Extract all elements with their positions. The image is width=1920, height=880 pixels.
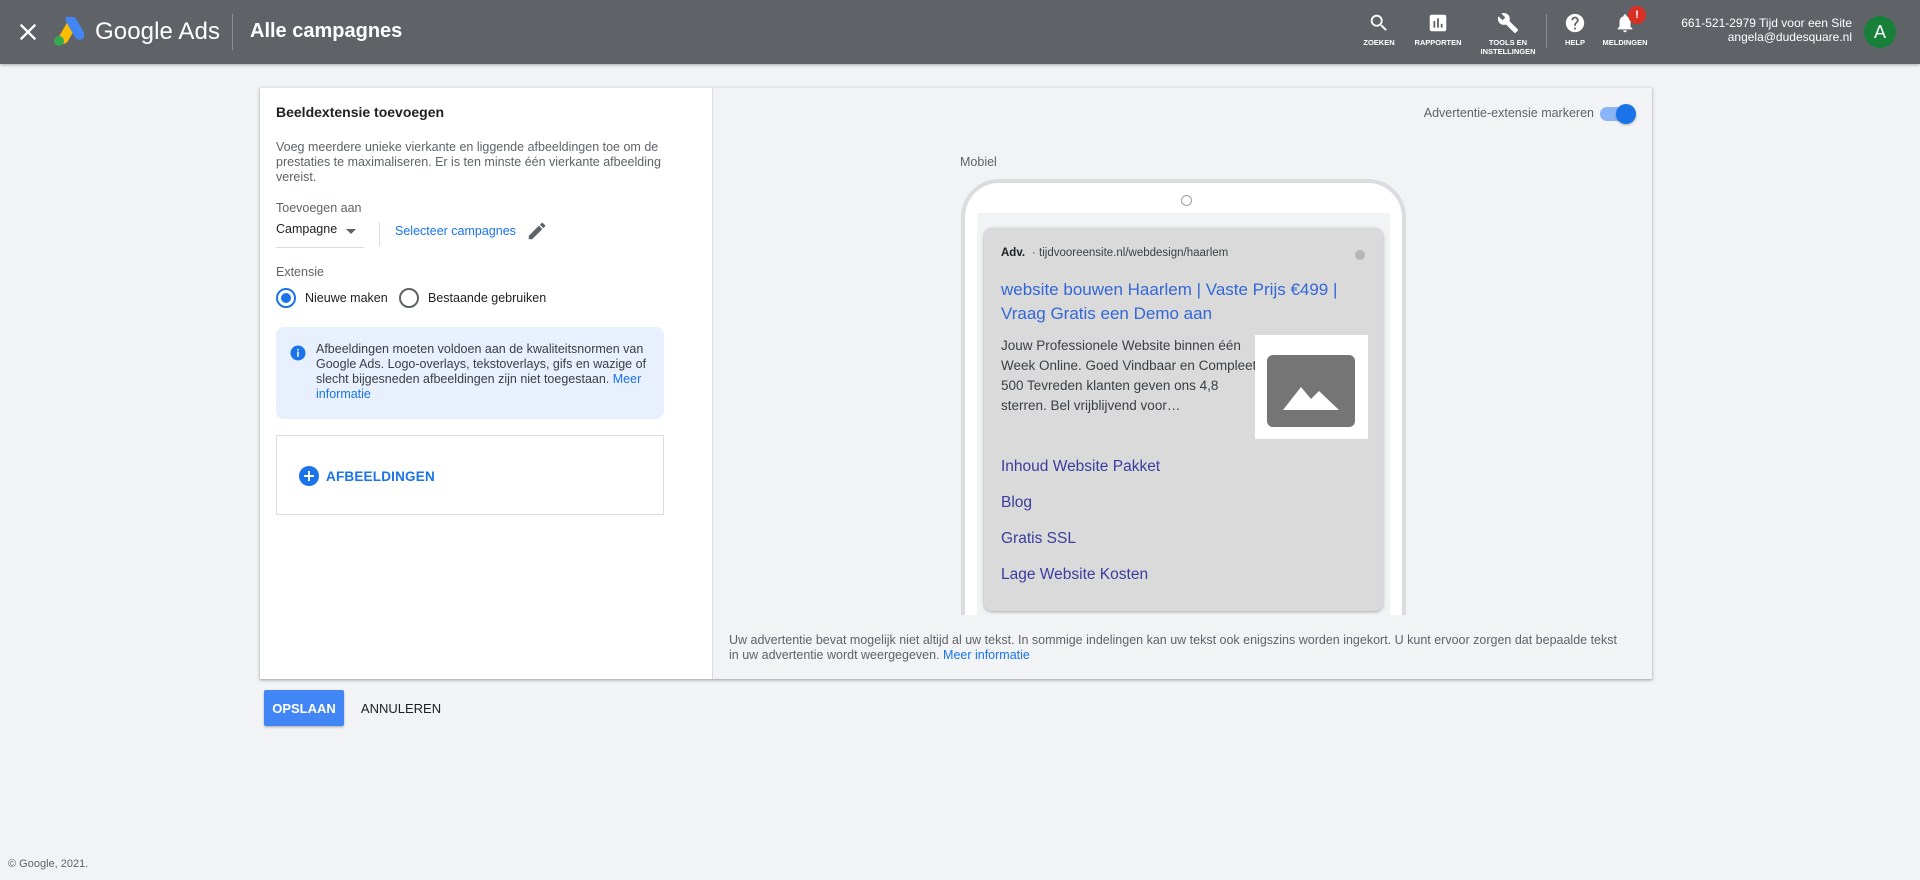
help-button[interactable]: HELP: [1556, 12, 1594, 47]
preview-panel: Advertentie-extensie markeren Mobiel Adv…: [713, 88, 1652, 679]
wrench-icon: [1497, 13, 1519, 34]
info-text: Afbeeldingen moeten voldoen aan de kwali…: [316, 342, 650, 402]
disclaimer-learn-more-link[interactable]: Meer informatie: [943, 648, 1030, 662]
device-label: Mobiel: [960, 155, 997, 169]
select-campaigns-link[interactable]: Selecteer campagnes: [395, 224, 516, 238]
form-title: Beeldextensie toevoegen: [276, 104, 445, 120]
phone-screen: Adv. · tijdvooreensite.nl/webdesign/haar…: [977, 213, 1390, 615]
reports-button[interactable]: RAPPORTEN: [1406, 12, 1470, 47]
account-info[interactable]: 661-521-2979 Tijd voor een Site angela@d…: [1681, 16, 1852, 44]
notifications-label: MELDINGEN: [1602, 38, 1648, 47]
tools-settings-button[interactable]: TOOLS EN INSTELLINGEN: [1474, 12, 1542, 56]
highlight-extension-toggle[interactable]: [1600, 104, 1636, 124]
help-label: HELP: [1564, 38, 1585, 47]
sitelink[interactable]: Blog: [1001, 494, 1032, 512]
cancel-button[interactable]: ANNULEREN: [352, 690, 450, 726]
radio-existing[interactable]: [399, 288, 419, 308]
tools-label-line2: INSTELLINGEN: [1480, 47, 1536, 56]
help-icon: [1565, 13, 1585, 33]
notifications-button[interactable]: ! MELDINGEN: [1598, 6, 1652, 47]
divider: [1546, 14, 1547, 48]
google-ads-logo-icon[interactable]: [52, 14, 85, 47]
avatar[interactable]: A: [1864, 16, 1896, 48]
info-icon: [289, 344, 307, 367]
add-circle-icon: [299, 466, 319, 486]
add-images-button[interactable]: AFBEELDINGEN: [299, 466, 435, 486]
search-icon: [1370, 14, 1387, 31]
disclaimer-text: Uw advertentie bevat mogelijk niet altij…: [729, 633, 1617, 662]
close-icon[interactable]: [14, 18, 42, 46]
reports-label: RAPPORTEN: [1414, 38, 1462, 47]
highlight-extension-label: Advertentie-extensie markeren: [1423, 106, 1594, 120]
form-description: Voeg meerdere unieke vierkante en liggen…: [276, 140, 661, 184]
copyright: © Google, 2021.: [8, 858, 89, 870]
add-to-label: Toevoegen aan: [276, 201, 362, 215]
account-email: angela@dudesquare.nl: [1727, 30, 1852, 44]
caret-down-icon: [346, 229, 356, 234]
search-button[interactable]: ZOEKEN: [1356, 12, 1402, 47]
search-label: ZOEKEN: [1363, 38, 1395, 47]
tools-label-line1: TOOLS EN: [1488, 38, 1528, 47]
top-bar: Google Ads Alle campagnes ZOEKEN RAPPORT…: [0, 0, 1920, 64]
info-message: Afbeeldingen moeten voldoen aan de kwali…: [316, 342, 647, 386]
ad-description: Jouw Professionele Website binnen één We…: [1001, 338, 1261, 413]
preview-disclaimer: Uw advertentie bevat mogelijk niet altij…: [729, 633, 1629, 663]
info-box: Afbeeldingen moeten voldoen aan de kwali…: [276, 327, 664, 419]
add-images-label: AFBEELDINGEN: [326, 468, 435, 484]
ad-headline[interactable]: website bouwen Haarlem | Vaste Prijs €49…: [1001, 278, 1371, 326]
divider: [379, 222, 380, 246]
image-upload-area: AFBEELDINGEN: [276, 435, 664, 515]
ad-preview-card: Adv. · tijdvooreensite.nl/webdesign/haar…: [984, 228, 1383, 611]
save-button[interactable]: OPSLAAN: [264, 690, 344, 726]
radio-existing-label[interactable]: Bestaande gebruiken: [428, 291, 546, 305]
pencil-icon[interactable]: [526, 220, 548, 247]
sitelink[interactable]: Lage Website Kosten: [1001, 566, 1148, 584]
sitelink[interactable]: Gratis SSL: [1001, 530, 1076, 548]
ad-image-placeholder: [1255, 335, 1368, 439]
radio-new-label[interactable]: Nieuwe maken: [305, 291, 388, 305]
form-panel: Beeldextensie toevoegen Voeg meerdere un…: [260, 88, 713, 679]
info-dot-icon: [1355, 250, 1365, 260]
page-title: Alle campagnes: [250, 20, 403, 42]
phone-preview: Adv. · tijdvooreensite.nl/webdesign/haar…: [961, 179, 1406, 615]
bar-chart-icon: [1429, 14, 1447, 32]
add-to-select[interactable]: Campagne: [276, 222, 364, 248]
add-to-value: Campagne: [276, 222, 338, 236]
account-name: 661-521-2979 Tijd voor een Site: [1681, 16, 1852, 30]
ad-display-url: · tijdvooreensite.nl/webdesign/haarlem: [1032, 247, 1229, 259]
ad-badge: Adv.: [1001, 247, 1026, 259]
sitelink[interactable]: Inhoud Website Pakket: [1001, 458, 1160, 476]
notification-badge: !: [1628, 6, 1646, 24]
image-icon: [1267, 355, 1355, 427]
radio-new[interactable]: [276, 288, 296, 308]
divider: [232, 14, 233, 50]
camera-icon: [1181, 195, 1192, 206]
extension-card: Beeldextensie toevoegen Voeg meerdere un…: [260, 88, 1652, 679]
brand-name: Google Ads: [95, 18, 221, 45]
toggle-knob: [1616, 104, 1636, 124]
extension-label: Extensie: [276, 265, 324, 279]
